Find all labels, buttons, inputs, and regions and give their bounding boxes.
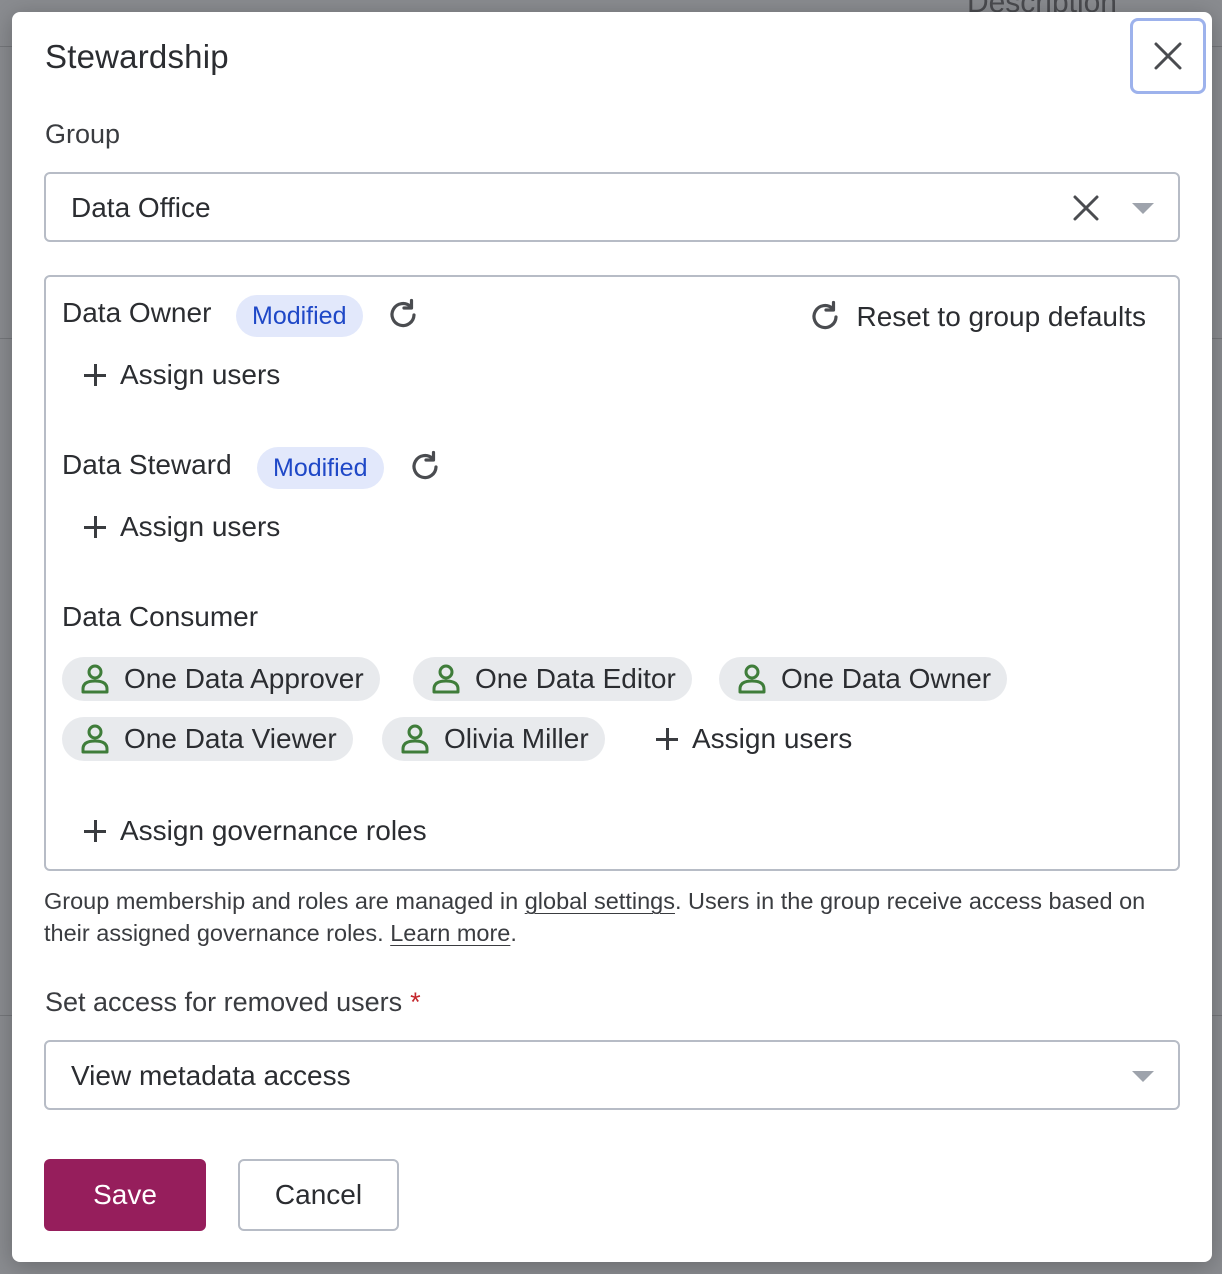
user-icon xyxy=(81,724,109,754)
assign-users-label: Assign users xyxy=(692,723,853,754)
stewardship-dialog: Stewardship Group Data Office Data Owner… xyxy=(12,12,1212,1262)
plus-icon xyxy=(84,364,106,386)
reset-icon xyxy=(812,300,839,330)
user-icon xyxy=(738,664,766,694)
user-chip[interactable]: One Data Editor xyxy=(413,657,692,701)
data-steward-label: Data Steward xyxy=(62,449,232,480)
data-owner-label: Data Owner xyxy=(62,297,212,328)
required-marker: * xyxy=(410,987,421,1017)
help-text-part: Group membership and roles are managed i… xyxy=(44,888,525,914)
group-select[interactable]: Data Office xyxy=(44,172,1180,242)
user-chip-label: One Data Approver xyxy=(124,663,364,694)
plus-icon xyxy=(84,516,106,538)
user-chip-label: One Data Owner xyxy=(781,663,992,694)
group-select-value: Data Office xyxy=(71,192,211,223)
data-steward-modified-badge: Modified xyxy=(257,447,384,489)
removed-users-access-value: View metadata access xyxy=(71,1060,351,1091)
close-button[interactable] xyxy=(1130,18,1206,94)
user-icon xyxy=(401,724,429,754)
user-chip[interactable]: Olivia Miller xyxy=(382,717,605,761)
removed-users-access-label: Set access for removed users * xyxy=(45,987,421,1018)
data-steward-assign-users-button[interactable]: Assign users xyxy=(84,511,280,543)
reset-data-owner-icon[interactable] xyxy=(386,297,422,333)
plus-icon xyxy=(84,820,106,842)
clear-icon xyxy=(1073,195,1099,221)
learn-more-link[interactable]: Learn more xyxy=(390,920,510,946)
user-chip-label: One Data Viewer xyxy=(124,723,337,754)
dialog-title: Stewardship xyxy=(45,38,229,75)
chevron-down-icon[interactable] xyxy=(1132,203,1154,214)
help-text: Group membership and roles are managed i… xyxy=(44,885,1180,949)
assign-governance-roles-button[interactable]: Assign governance roles xyxy=(84,815,427,847)
save-button[interactable]: Save xyxy=(44,1159,206,1231)
global-settings-link[interactable]: global settings xyxy=(525,888,675,914)
data-consumer-assign-users-button[interactable]: Assign users xyxy=(656,723,852,755)
chevron-down-icon[interactable] xyxy=(1132,1071,1154,1082)
data-owner-assign-users-button[interactable]: Assign users xyxy=(84,359,280,391)
user-icon xyxy=(81,664,109,694)
group-label: Group xyxy=(45,119,121,149)
assign-governance-roles-label: Assign governance roles xyxy=(120,815,427,846)
reset-to-group-defaults-label: Reset to group defaults xyxy=(856,301,1146,332)
close-icon xyxy=(1154,42,1182,70)
assign-users-label: Assign users xyxy=(120,511,281,542)
data-owner-modified-badge: Modified xyxy=(236,295,363,337)
help-text-part: . xyxy=(510,920,517,946)
reset-data-steward-icon[interactable] xyxy=(408,449,444,485)
user-chip-label: One Data Editor xyxy=(475,663,676,694)
user-chip[interactable]: One Data Viewer xyxy=(62,717,353,761)
assign-users-label: Assign users xyxy=(120,359,281,390)
plus-icon xyxy=(656,728,678,750)
cancel-button[interactable]: Cancel xyxy=(238,1159,399,1231)
reset-to-group-defaults-button[interactable]: Reset to group defaults xyxy=(808,297,1146,337)
user-icon xyxy=(432,664,460,694)
removed-users-access-label-text: Set access for removed users xyxy=(45,987,403,1017)
removed-users-access-select[interactable]: View metadata access xyxy=(44,1040,1180,1110)
data-consumer-label: Data Consumer xyxy=(62,601,259,632)
roles-panel: Data Owner Modified Reset to group defau… xyxy=(44,275,1180,871)
user-chip[interactable]: One Data Owner xyxy=(719,657,1008,701)
clear-group-button[interactable] xyxy=(1070,192,1102,224)
user-chip[interactable]: One Data Approver xyxy=(62,657,380,701)
user-chip-label: Olivia Miller xyxy=(444,723,589,754)
